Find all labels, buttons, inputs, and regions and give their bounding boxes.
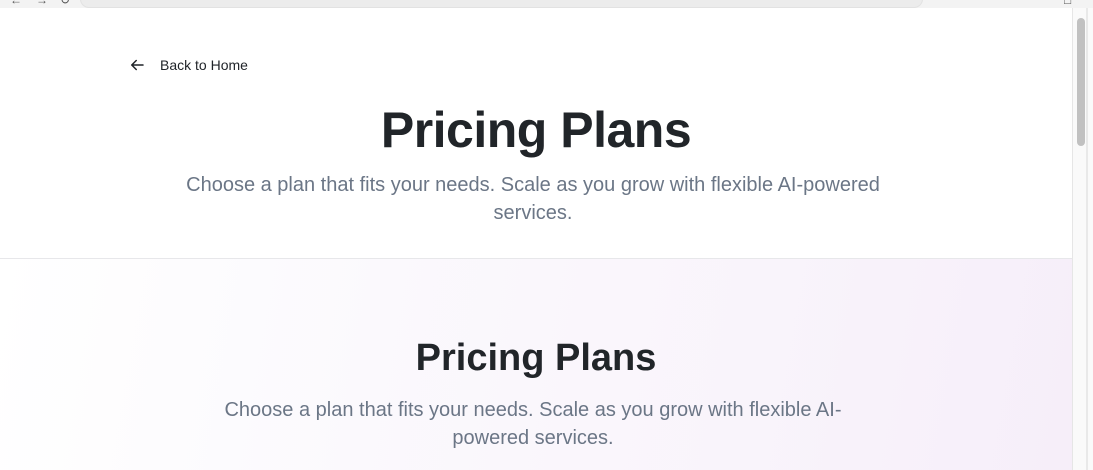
forward-nav-icon[interactable]: → xyxy=(36,0,48,7)
pricing-section: Pricing Plans Choose a plan that fits yo… xyxy=(0,259,1072,470)
reload-icon[interactable]: ↻ xyxy=(60,0,70,7)
arrow-left-icon xyxy=(131,59,144,71)
page-viewport: Back to Home Pricing Plans Choose a plan… xyxy=(0,8,1072,470)
page-subtitle: Choose a plan that fits your needs. Scal… xyxy=(186,174,880,224)
window-icon[interactable]: □ xyxy=(1064,0,1071,7)
scrollbar-thumb[interactable] xyxy=(1077,18,1085,146)
vertical-scrollbar[interactable] xyxy=(1072,8,1093,470)
section-subtitle: Choose a plan that fits your needs. Scal… xyxy=(224,399,842,449)
browser-toolbar: ← → ↻ □ xyxy=(0,0,1093,8)
back-to-home-link[interactable]: Back to Home xyxy=(128,54,248,76)
back-nav-icon[interactable]: ← xyxy=(10,0,22,7)
page-title: Pricing Plans xyxy=(380,102,692,158)
scrollbar-edge xyxy=(1086,8,1088,470)
back-link-label: Back to Home xyxy=(160,57,248,73)
address-bar[interactable] xyxy=(80,0,923,8)
section-title: Pricing Plans xyxy=(415,337,657,379)
